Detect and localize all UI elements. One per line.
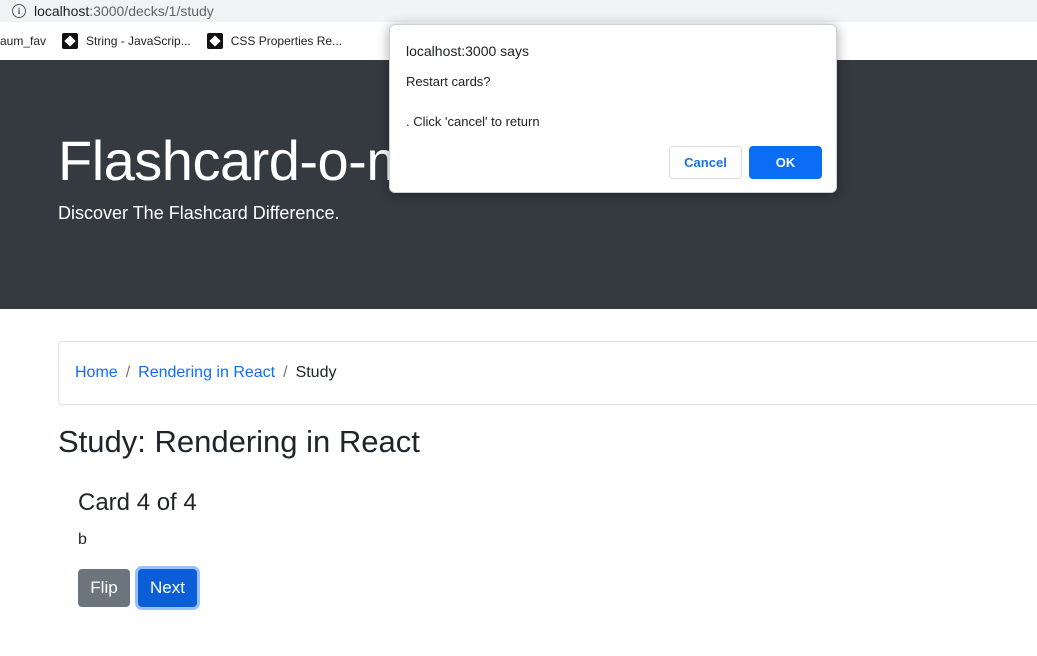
flip-button[interactable]: Flip	[78, 569, 130, 607]
url-path: :3000/decks/1/study	[89, 3, 214, 19]
breadcrumb-deck-link[interactable]: Rendering in React	[138, 364, 275, 382]
info-icon[interactable]: i	[12, 4, 26, 18]
bookmark-favicon-icon	[206, 33, 223, 49]
card-text: b	[78, 531, 87, 548]
breadcrumb-separator: /	[283, 364, 288, 381]
address-bar[interactable]: i localhost:3000/decks/1/study	[0, 0, 1037, 22]
bookmark-string-javascript[interactable]: String - JavaScrip...	[62, 33, 191, 49]
url-text[interactable]: localhost:3000/decks/1/study	[34, 3, 214, 19]
page-title: Study: Rendering in React	[58, 424, 420, 459]
breadcrumb: Home / Rendering in React / Study	[58, 341, 1037, 405]
bookmark-label: aum_fav	[0, 34, 47, 48]
bookmark-aum-fav[interactable]: aum_fav	[0, 34, 46, 48]
card-counter: Card 4 of 4	[78, 489, 197, 516]
dialog-title: localhost:3000 says	[406, 43, 529, 59]
bookmark-favicon-icon	[62, 33, 79, 49]
breadcrumb-current: Study	[295, 364, 337, 381]
bookmark-label: String - JavaScrip...	[86, 34, 191, 48]
bookmark-css-properties[interactable]: CSS Properties Re...	[206, 33, 343, 49]
dialog-message-detail: . Click 'cancel' to return	[406, 114, 540, 129]
confirm-dialog: localhost:3000 says Restart cards? . Cli…	[389, 24, 837, 193]
next-button[interactable]: Next	[138, 569, 197, 607]
app-subtitle: Discover The Flashcard Difference.	[58, 203, 340, 223]
dialog-message: Restart cards?	[406, 74, 491, 89]
dialog-cancel-button[interactable]: Cancel	[669, 146, 742, 179]
dialog-ok-button[interactable]: OK	[749, 146, 822, 179]
breadcrumb-home-link[interactable]: Home	[75, 364, 118, 382]
bookmark-label: CSS Properties Re...	[230, 34, 343, 48]
url-host: localhost	[34, 3, 90, 19]
breadcrumb-separator: /	[125, 364, 131, 381]
